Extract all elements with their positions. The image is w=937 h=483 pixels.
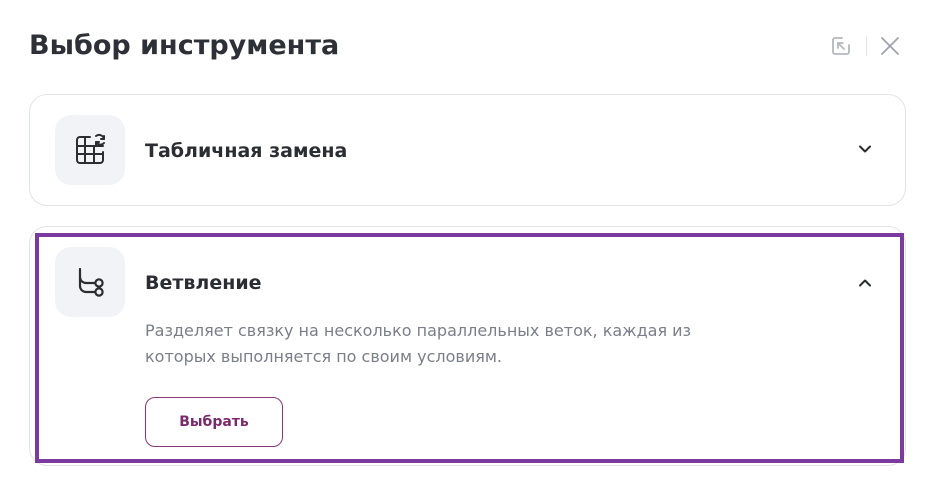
tool-card-label: Табличная замена [145,140,348,162]
table-refresh-icon [76,133,105,164]
collapse-toggle[interactable] [855,273,875,293]
back-button[interactable] [828,33,854,59]
close-icon [881,37,899,55]
tool-card-label: Ветвление [145,272,262,294]
back-arrow-icon [832,37,850,55]
chevron-down-icon [859,145,871,153]
tool-icon-tile [55,247,125,317]
close-button[interactable] [877,33,903,59]
tool-description: Разделяет связку на несколько параллельн… [145,321,692,366]
expand-toggle[interactable] [855,139,875,159]
dialog-title: Выбор инструмента [29,30,340,61]
header-actions [828,32,903,60]
header-divider [866,36,867,56]
chevron-up-icon [859,279,871,287]
tool-card-table-replace[interactable]: Табличная замена [29,94,906,206]
tool-card-branching[interactable]: Ветвление Разделяет связку на несколько … [29,226,906,466]
branch-icon [78,267,104,297]
tool-picker-dialog: Выбор инструмента Табличная замена Ветвл… [0,0,937,483]
tool-icon-tile [55,115,125,185]
select-button[interactable]: Выбрать [145,397,283,447]
